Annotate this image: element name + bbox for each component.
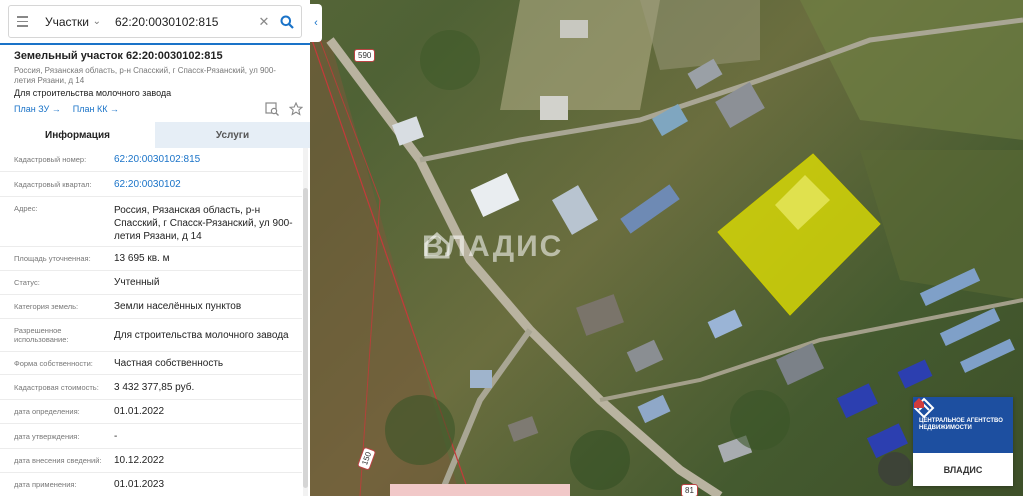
cadastral-number-link[interactable]: 62:20:0030102:815 [114, 153, 302, 166]
search-input[interactable]: 62:20:0030102:815 [107, 15, 255, 29]
scrollbar[interactable] [303, 148, 308, 496]
cadastral-quarter-link[interactable]: 62:20:0030102 [114, 178, 302, 191]
property-value: 13 695 кв. м [114, 253, 170, 264]
property-value: 01.01.2022 [114, 406, 165, 417]
property-value: Земли населённых пунктов [114, 301, 242, 312]
agency-logo: ЦЕНТРАЛЬНОЕ АГЕНТСТВО НЕДВИЖИМОСТИ ВЛАДИ… [913, 397, 1013, 486]
parcel-address: Россия, Рязанская область, р-н Спасский,… [14, 66, 276, 85]
panel-tabs: Информация Услуги [0, 122, 310, 148]
property-label: Статус: [14, 278, 40, 287]
property-value: 10.12.2022 [114, 455, 165, 466]
property-value: Учтенный [114, 277, 160, 288]
search-bar: Участки ⌄ 62:20:0030102:815 ✕ [8, 5, 302, 38]
property-label: Кадастровая стоимость: [14, 382, 99, 392]
property-label: Категория земель: [14, 302, 79, 311]
property-row: Форма собственности: Частная собственнос… [0, 352, 302, 375]
property-label: Кадастровый номер: [14, 155, 87, 164]
map-watermark: ВЛАДИС [422, 230, 563, 264]
property-label: Площадь уточненная: [14, 254, 91, 263]
search-icon [280, 15, 294, 29]
tab-services[interactable]: Услуги [155, 122, 310, 148]
property-label: Адрес: [14, 204, 38, 213]
plan-links: План ЗУ → План КК → [14, 104, 119, 114]
house-icon [424, 231, 450, 259]
parcel-actions [265, 101, 304, 116]
scrollbar-thumb[interactable] [303, 188, 308, 488]
property-row: Кадастровая стоимость: 3 432 377,85 руб. [0, 375, 302, 400]
property-row: Площадь уточненная: 13 695 кв. м [0, 247, 302, 271]
property-label: дата утверждения: [14, 431, 80, 441]
property-row: дата определения: 01.01.2022 [0, 400, 302, 424]
property-value: Россия, Рязанская область, р-н Спасский,… [114, 205, 293, 242]
info-panel: Участки ⌄ 62:20:0030102:815 ✕ Земельный … [0, 0, 310, 496]
property-label: Форма собственности: [14, 358, 93, 368]
property-value: - [114, 430, 118, 442]
find-on-map-icon[interactable] [265, 102, 279, 116]
property-row: Разрешенное использование: Для строитель… [0, 319, 302, 352]
plan-zu-link[interactable]: План ЗУ → [14, 104, 61, 114]
property-row: Категория земель: Земли населённых пункт… [0, 295, 302, 319]
chevron-left-icon: ‹ [314, 17, 318, 29]
brand-name: ВЛАДИС [943, 464, 983, 475]
property-value: Для строительства молочного завода [114, 329, 289, 341]
selected-parcel [717, 153, 881, 316]
road-label-81: 81 [681, 484, 698, 496]
panorama-icon[interactable] [878, 452, 912, 486]
menu-icon[interactable] [9, 16, 35, 27]
property-row: дата применения: 01.01.2023 [0, 473, 302, 496]
brand-house-icon [914, 398, 924, 408]
favorite-star-icon[interactable] [288, 101, 304, 116]
road-label-590: 590 [354, 49, 376, 62]
property-row: дата утверждения: - [0, 424, 302, 449]
property-row: Статус: Учтенный [0, 271, 302, 295]
property-value: 3 432 377,85 руб. [114, 381, 195, 393]
property-list: Кадастровый номер: 62:20:0030102:815 Кад… [0, 148, 302, 496]
property-label: дата определения: [14, 407, 80, 416]
property-row: Кадастровый номер: 62:20:0030102:815 [0, 148, 302, 172]
search-button[interactable] [273, 15, 301, 29]
property-row: Адрес: Россия, Рязанская область, р-н Сп… [0, 197, 302, 247]
property-label: Кадастровый квартал: [14, 179, 92, 189]
property-row: Кадастровый квартал: 62:20:0030102 [0, 172, 302, 197]
parcel-title: Земельный участок 62:20:0030102:815 [14, 50, 223, 62]
agency-name: ЦЕНТРАЛЬНОЕ АГЕНТСТВО НЕДВИЖИМОСТИ [919, 418, 1003, 431]
property-value: 01.01.2023 [114, 479, 165, 490]
property-row: дата внесения сведений: 10.12.2022 [0, 449, 302, 473]
property-value: Частная собственность [114, 357, 224, 369]
plan-kk-link[interactable]: План КК → [73, 104, 119, 114]
collapse-panel-button[interactable]: ‹ [310, 4, 322, 42]
property-label: дата применения: [14, 480, 77, 489]
property-label: дата внесения сведений: [14, 456, 102, 465]
parcel-purpose: Для строительства молочного завода [14, 88, 172, 98]
chevron-down-icon: ⌄ [92, 16, 101, 27]
search-scope-label: Участки [45, 14, 89, 29]
tab-information[interactable]: Информация [0, 122, 155, 148]
search-scope-select[interactable]: Участки ⌄ [35, 15, 107, 29]
header-divider [0, 43, 310, 45]
property-label: Разрешенное использование: [14, 326, 69, 344]
clear-icon[interactable]: ✕ [255, 14, 273, 30]
